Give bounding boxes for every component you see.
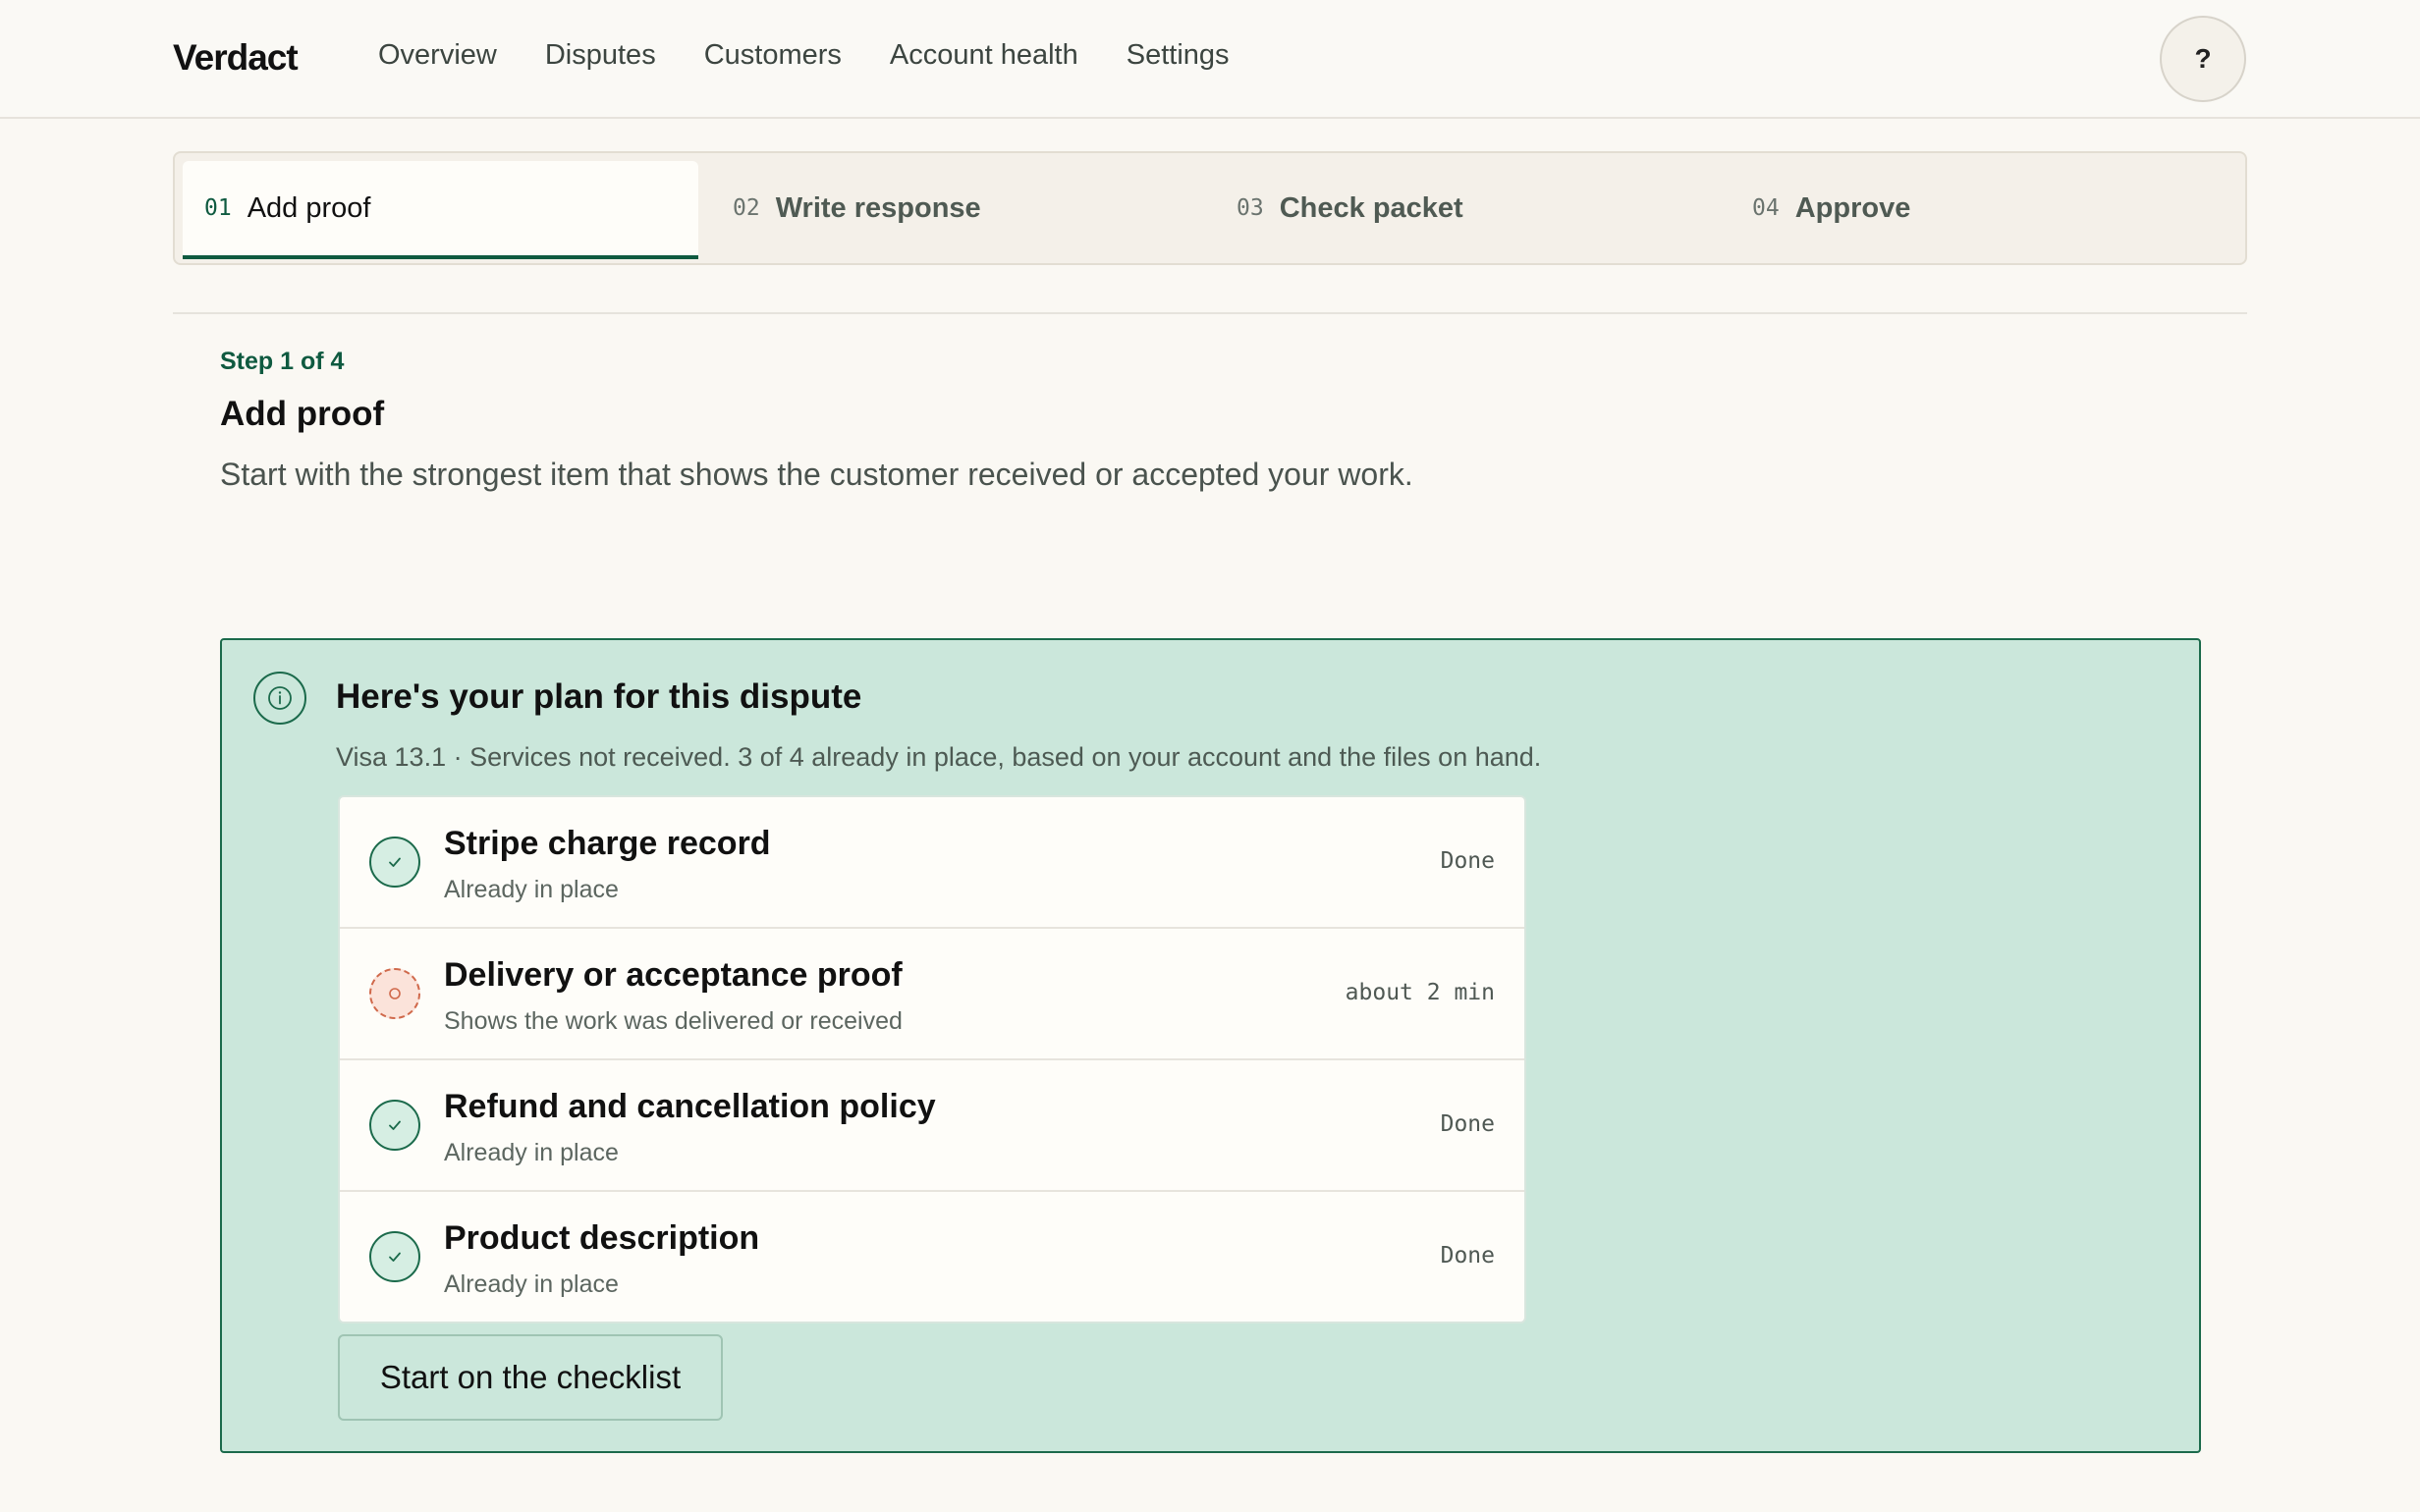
step-label: Check packet [1279, 191, 1463, 224]
pending-circle-icon [369, 968, 420, 1019]
tab-step-check-packet[interactable]: 03 Check packet [1214, 153, 1730, 263]
help-button[interactable]: ? [2160, 16, 2246, 102]
evidence-checklist: Stripe charge record Already in place Do… [338, 795, 1526, 1323]
step-number: 04 [1752, 195, 1780, 221]
step-counter: Step 1 of 4 [220, 348, 345, 375]
checklist-item-product-description[interactable]: Product description Already in place Don… [340, 1192, 1524, 1322]
step-label: Add proof [247, 191, 371, 224]
page-title: Add proof [220, 395, 385, 433]
step-tabs: 01 Add proof 02 Write response 03 Check … [173, 151, 2247, 265]
check-icon [369, 837, 420, 888]
step-number: 03 [1237, 195, 1264, 221]
item-title: Product description [444, 1219, 760, 1257]
item-time-estimate: about 2 min [1345, 980, 1495, 1005]
tab-step-add-proof[interactable]: 01 Add proof [183, 161, 698, 259]
checklist-item-refund-policy[interactable]: Refund and cancellation policy Already i… [340, 1060, 1524, 1192]
nav-item-account-health[interactable]: Account health [890, 39, 1078, 72]
item-subtitle: Already in place [444, 876, 619, 903]
step-label: Approve [1794, 191, 1911, 224]
nav-item-settings[interactable]: Settings [1127, 39, 1230, 72]
item-subtitle: Already in place [444, 1270, 619, 1298]
plan-title: Here's your plan for this dispute [336, 677, 862, 716]
item-status: Done [1440, 1111, 1495, 1137]
item-title: Refund and cancellation policy [444, 1088, 936, 1125]
item-subtitle: Already in place [444, 1139, 619, 1166]
page-description: Start with the strongest item that shows… [220, 457, 1413, 492]
tab-step-write-response[interactable]: 02 Write response [698, 153, 1214, 263]
info-icon [253, 672, 306, 725]
nav-item-customers[interactable]: Customers [704, 39, 842, 72]
item-status: Done [1440, 1243, 1495, 1269]
main-nav: Overview Disputes Customers Account heal… [378, 39, 1278, 72]
plan-subtitle: Visa 13.1 · Services not received. 3 of … [336, 742, 1542, 772]
item-subtitle: Shows the work was delivered or received [444, 1007, 903, 1035]
checklist-item-delivery-proof[interactable]: Delivery or acceptance proof Shows the w… [340, 929, 1524, 1060]
nav-item-disputes[interactable]: Disputes [545, 39, 656, 72]
item-status: Done [1440, 848, 1495, 874]
checklist-item-stripe-charge-record[interactable]: Stripe charge record Already in place Do… [340, 797, 1524, 929]
nav-item-overview[interactable]: Overview [378, 39, 497, 72]
section-divider [173, 312, 2247, 314]
step-label: Write response [775, 191, 981, 224]
check-icon [369, 1231, 420, 1282]
check-icon [369, 1100, 420, 1151]
dispute-plan-card: Here's your plan for this dispute Visa 1… [220, 638, 2201, 1453]
tab-step-approve[interactable]: 04 Approve [1730, 153, 2245, 263]
brand-logo[interactable]: Verdact [173, 37, 299, 79]
step-number: 02 [733, 195, 760, 221]
item-title: Stripe charge record [444, 825, 771, 862]
step-number: 01 [204, 195, 232, 221]
start-checklist-button[interactable]: Start on the checklist [338, 1334, 723, 1421]
item-title: Delivery or acceptance proof [444, 956, 903, 994]
top-navigation: Verdact Overview Disputes Customers Acco… [0, 0, 2420, 119]
